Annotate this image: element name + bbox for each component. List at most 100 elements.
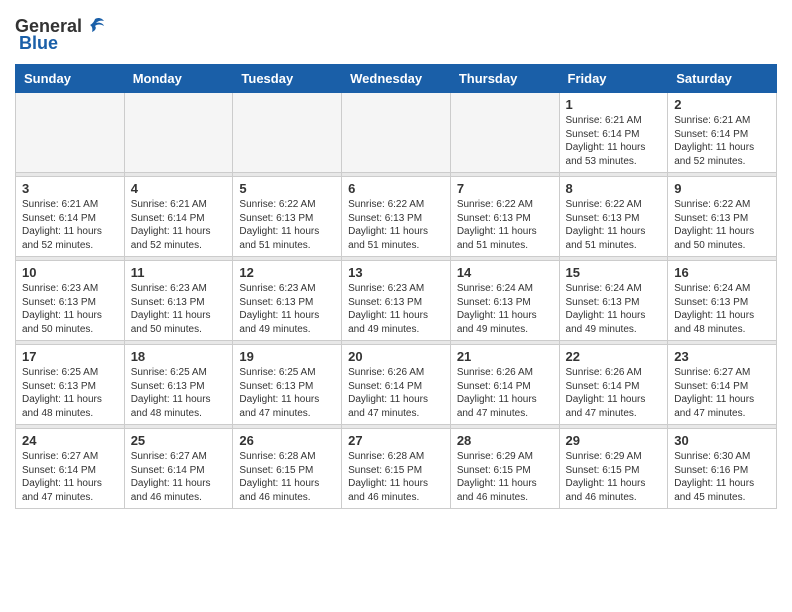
day-number: 6 — [348, 181, 444, 196]
table-row — [124, 93, 233, 173]
table-row: 22Sunrise: 6:26 AMSunset: 6:14 PMDayligh… — [559, 345, 668, 425]
page: General Blue Sunday Monday Tuesday Wedne… — [0, 0, 792, 524]
day-info: Sunrise: 6:22 AMSunset: 6:13 PMDaylight:… — [348, 198, 444, 252]
day-info: Sunrise: 6:29 AMSunset: 6:15 PMDaylight:… — [566, 450, 662, 504]
table-row — [342, 93, 451, 173]
col-saturday: Saturday — [668, 65, 777, 93]
table-row: 9 Sunrise: 6:22 AMSunset: 6:13 PMDaylight… — [668, 177, 777, 257]
day-info: Sunrise: 6:29 AMSunset: 6:15 PMDaylight:… — [457, 450, 553, 504]
day-number: 20 — [348, 349, 444, 364]
calendar-table: Sunday Monday Tuesday Wednesday Thursday… — [15, 64, 777, 509]
day-number: 2 — [674, 97, 770, 112]
day-number: 15 — [566, 265, 662, 280]
day-info: Sunrise: 6:21 AMSunset: 6:14 PMDaylight:… — [674, 114, 770, 168]
day-number: 17 — [22, 349, 118, 364]
day-info: Sunrise: 6:21 AMSunset: 6:14 PMDaylight:… — [22, 198, 118, 252]
day-info: Sunrise: 6:23 AMSunset: 6:13 PMDaylight:… — [22, 282, 118, 336]
day-number: 5 — [239, 181, 335, 196]
table-row: 25Sunrise: 6:27 AMSunset: 6:14 PMDayligh… — [124, 429, 233, 509]
table-row: 21 Sunrise: 6:26 AMSunset: 6:14 PMDayligh… — [450, 345, 559, 425]
day-number: 3 — [22, 181, 118, 196]
day-number: 23 — [674, 349, 770, 364]
table-row: 3 Sunrise: 6:21 AMSunset: 6:14 PMDaylight… — [16, 177, 125, 257]
table-row: 8 Sunrise: 6:22 AMSunset: 6:13 PMDaylight… — [559, 177, 668, 257]
day-number: 21 — [457, 349, 553, 364]
table-row: 7Sunrise: 6:22 AMSunset: 6:13 PMDaylight… — [450, 177, 559, 257]
table-row: 30 Sunrise: 6:30 AMSunset: 6:16 PMDayligh… — [668, 429, 777, 509]
day-number: 30 — [674, 433, 770, 448]
table-row — [16, 93, 125, 173]
day-info: Sunrise: 6:30 AMSunset: 6:16 PMDaylight:… — [674, 450, 770, 504]
day-info: Sunrise: 6:23 AMSunset: 6:13 PMDaylight:… — [348, 282, 444, 336]
table-row: 26 Sunrise: 6:28 AMSunset: 6:15 PMDayligh… — [233, 429, 342, 509]
col-thursday: Thursday — [450, 65, 559, 93]
col-friday: Friday — [559, 65, 668, 93]
day-info: Sunrise: 6:26 AMSunset: 6:14 PMDaylight:… — [348, 366, 444, 420]
logo-blue-text: Blue — [19, 33, 58, 54]
calendar-week-row: 24 Sunrise: 6:27 AMSunset: 6:14 PMDayligh… — [16, 429, 777, 509]
table-row: 11Sunrise: 6:23 AMSunset: 6:13 PMDayligh… — [124, 261, 233, 341]
day-info: Sunrise: 6:23 AMSunset: 6:13 PMDaylight:… — [239, 282, 335, 336]
table-row: 19Sunrise: 6:25 AMSunset: 6:13 PMDayligh… — [233, 345, 342, 425]
day-info: Sunrise: 6:21 AMSunset: 6:14 PMDaylight:… — [131, 198, 227, 252]
table-row: 27Sunrise: 6:28 AMSunset: 6:15 PMDayligh… — [342, 429, 451, 509]
col-wednesday: Wednesday — [342, 65, 451, 93]
table-row: 4 Sunrise: 6:21 AMSunset: 6:14 PMDaylight… — [124, 177, 233, 257]
day-number: 14 — [457, 265, 553, 280]
table-row: 17 Sunrise: 6:25 AMSunset: 6:13 PMDayligh… — [16, 345, 125, 425]
table-row: 28 Sunrise: 6:29 AMSunset: 6:15 PMDayligh… — [450, 429, 559, 509]
table-row: 15 Sunrise: 6:24 AMSunset: 6:13 PMDayligh… — [559, 261, 668, 341]
calendar-week-row: 10 Sunrise: 6:23 AMSunset: 6:13 PMDayligh… — [16, 261, 777, 341]
calendar-week-row: 3 Sunrise: 6:21 AMSunset: 6:14 PMDaylight… — [16, 177, 777, 257]
day-info: Sunrise: 6:27 AMSunset: 6:14 PMDaylight:… — [22, 450, 118, 504]
day-info: Sunrise: 6:24 AMSunset: 6:13 PMDaylight:… — [674, 282, 770, 336]
day-number: 25 — [131, 433, 227, 448]
day-info: Sunrise: 6:25 AMSunset: 6:13 PMDaylight:… — [239, 366, 335, 420]
day-number: 16 — [674, 265, 770, 280]
day-info: Sunrise: 6:22 AMSunset: 6:13 PMDaylight:… — [457, 198, 553, 252]
day-info: Sunrise: 6:21 AMSunset: 6:14 PMDaylight:… — [566, 114, 662, 168]
col-sunday: Sunday — [16, 65, 125, 93]
table-row: 12 Sunrise: 6:23 AMSunset: 6:13 PMDayligh… — [233, 261, 342, 341]
day-number: 27 — [348, 433, 444, 448]
day-info: Sunrise: 6:28 AMSunset: 6:15 PMDaylight:… — [239, 450, 335, 504]
table-row: 18 Sunrise: 6:25 AMSunset: 6:13 PMDayligh… — [124, 345, 233, 425]
day-number: 24 — [22, 433, 118, 448]
day-info: Sunrise: 6:26 AMSunset: 6:14 PMDaylight:… — [457, 366, 553, 420]
table-row: 5Sunrise: 6:22 AMSunset: 6:13 PMDaylight… — [233, 177, 342, 257]
day-info: Sunrise: 6:24 AMSunset: 6:13 PMDaylight:… — [457, 282, 553, 336]
day-number: 13 — [348, 265, 444, 280]
table-row: 10 Sunrise: 6:23 AMSunset: 6:13 PMDayligh… — [16, 261, 125, 341]
day-number: 10 — [22, 265, 118, 280]
day-number: 1 — [566, 97, 662, 112]
table-row: 23 Sunrise: 6:27 AMSunset: 6:14 PMDayligh… — [668, 345, 777, 425]
table-row: 1 Sunrise: 6:21 AMSunset: 6:14 PMDaylight… — [559, 93, 668, 173]
table-row: 6 Sunrise: 6:22 AMSunset: 6:13 PMDaylight… — [342, 177, 451, 257]
table-row: 16 Sunrise: 6:24 AMSunset: 6:13 PMDayligh… — [668, 261, 777, 341]
table-row: 14 Sunrise: 6:24 AMSunset: 6:13 PMDayligh… — [450, 261, 559, 341]
day-number: 12 — [239, 265, 335, 280]
day-number: 29 — [566, 433, 662, 448]
table-row: 29 Sunrise: 6:29 AMSunset: 6:15 PMDayligh… — [559, 429, 668, 509]
day-number: 4 — [131, 181, 227, 196]
day-number: 11 — [131, 265, 227, 280]
day-info: Sunrise: 6:25 AMSunset: 6:13 PMDaylight:… — [22, 366, 118, 420]
table-row: 13 Sunrise: 6:23 AMSunset: 6:13 PMDayligh… — [342, 261, 451, 341]
col-tuesday: Tuesday — [233, 65, 342, 93]
day-info: Sunrise: 6:25 AMSunset: 6:13 PMDaylight:… — [131, 366, 227, 420]
calendar-week-row: 1 Sunrise: 6:21 AMSunset: 6:14 PMDaylight… — [16, 93, 777, 173]
day-number: 26 — [239, 433, 335, 448]
day-number: 8 — [566, 181, 662, 196]
day-info: Sunrise: 6:22 AMSunset: 6:13 PMDaylight:… — [674, 198, 770, 252]
calendar-week-row: 17 Sunrise: 6:25 AMSunset: 6:13 PMDayligh… — [16, 345, 777, 425]
day-info: Sunrise: 6:27 AMSunset: 6:14 PMDaylight:… — [674, 366, 770, 420]
col-monday: Monday — [124, 65, 233, 93]
day-info: Sunrise: 6:24 AMSunset: 6:13 PMDaylight:… — [566, 282, 662, 336]
calendar-header-row: Sunday Monday Tuesday Wednesday Thursday… — [16, 65, 777, 93]
day-info: Sunrise: 6:26 AMSunset: 6:14 PMDaylight:… — [566, 366, 662, 420]
day-number: 18 — [131, 349, 227, 364]
day-info: Sunrise: 6:22 AMSunset: 6:13 PMDaylight:… — [566, 198, 662, 252]
day-number: 28 — [457, 433, 553, 448]
header: General Blue — [15, 15, 777, 54]
day-number: 9 — [674, 181, 770, 196]
